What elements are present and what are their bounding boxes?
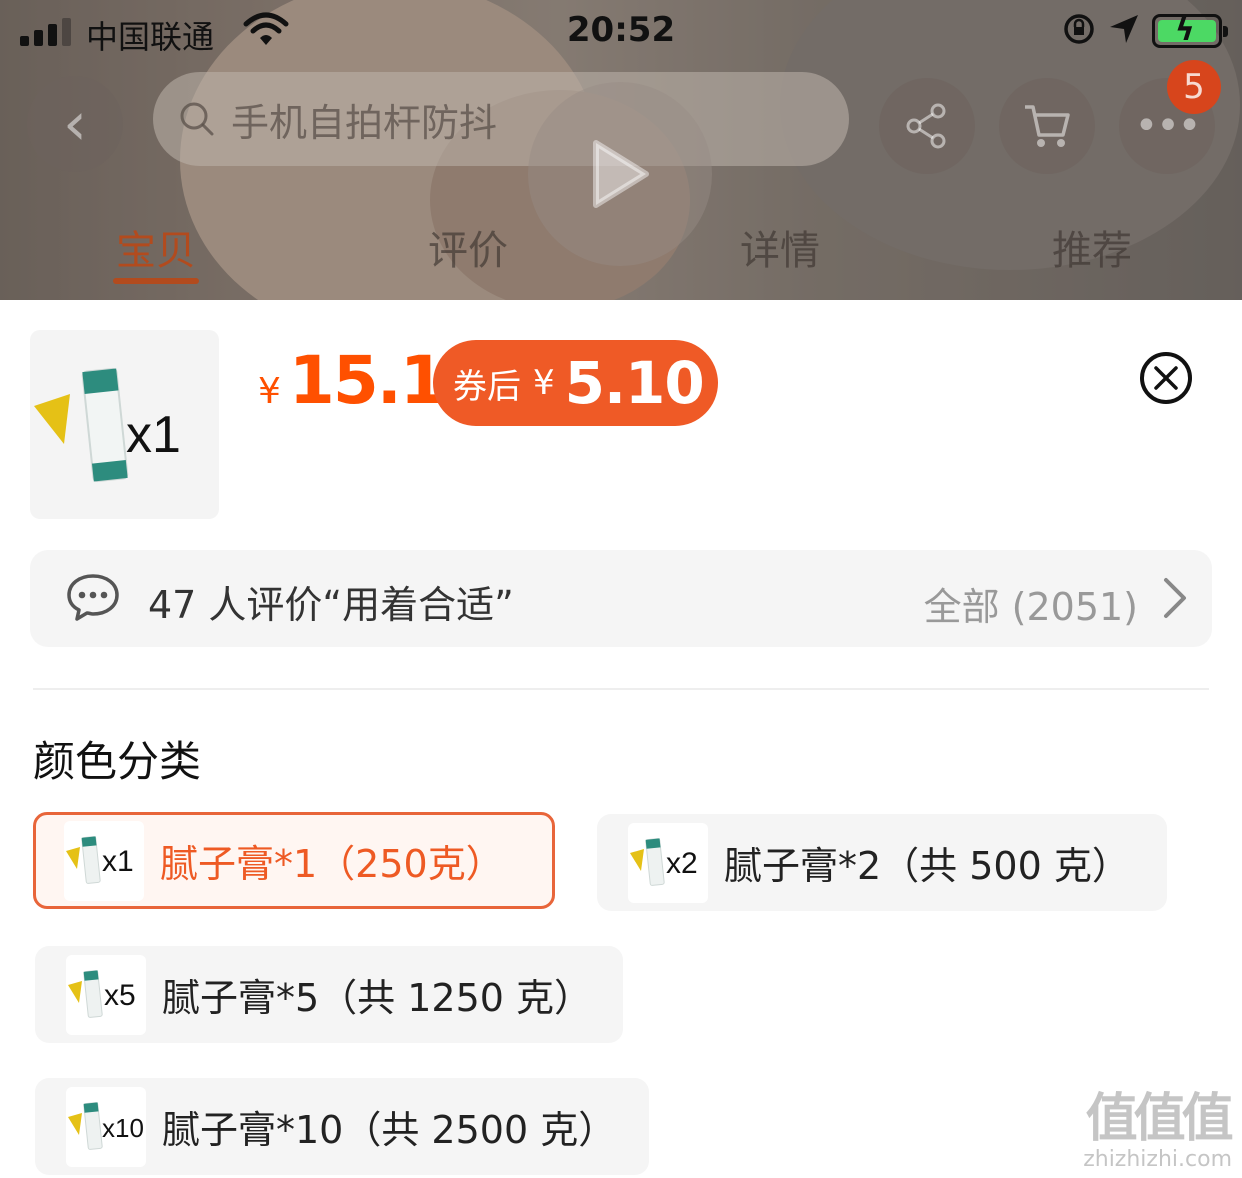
status-time: 20:52 bbox=[566, 10, 676, 50]
color-category-title: 颜色分类 bbox=[33, 737, 202, 786]
share-icon bbox=[906, 103, 946, 149]
battery-charging-icon: ϟ bbox=[1152, 13, 1228, 48]
close-button[interactable] bbox=[1140, 352, 1192, 404]
sku-option-label: 腻子膏*2（共 500 克） bbox=[724, 844, 1130, 888]
search-icon bbox=[180, 102, 214, 136]
tab-recommend[interactable]: 推荐 bbox=[1012, 218, 1172, 276]
product-page-backdrop: 中国联通 20:52 ϟ ‹ 手机自拍杆防抖 ••• 5 宝贝 评价 详情 推荐 bbox=[0, 0, 1242, 300]
product-image: x1 bbox=[34, 367, 181, 483]
sku-option-label: 腻子膏*5（共 1250 克） bbox=[162, 976, 593, 1020]
back-chevron-icon: ‹ bbox=[63, 89, 87, 159]
svg-text:x10: x10 bbox=[102, 1113, 144, 1143]
svg-text:x2: x2 bbox=[666, 847, 698, 880]
coupon-price-badge: 券后 ¥ 5.10 bbox=[433, 340, 718, 426]
coupon-price-value: 5.10 bbox=[564, 349, 705, 417]
sku-option-thumbnail: x5 bbox=[66, 954, 146, 1035]
share-button[interactable] bbox=[879, 78, 975, 174]
watermark-url: zhizhizhi.com bbox=[1083, 1147, 1232, 1172]
review-summary-row[interactable]: 47 人评价“用着合适” 全部 (2051) bbox=[30, 550, 1212, 647]
review-summary-text: 47 人评价“用着合适” bbox=[148, 583, 514, 627]
selected-product-thumbnail[interactable]: x1 bbox=[30, 330, 219, 519]
price-currency: ¥ bbox=[258, 371, 281, 412]
location-arrow-icon bbox=[1108, 13, 1140, 49]
cart-button[interactable] bbox=[999, 78, 1095, 174]
all-reviews-link[interactable]: 全部 (2051) bbox=[924, 576, 1138, 631]
search-bar[interactable]: 手机自拍杆防抖 bbox=[153, 72, 849, 166]
cart-icon bbox=[1025, 105, 1070, 147]
price: ¥ 15.1 bbox=[258, 342, 446, 419]
tab-details[interactable]: 详情 bbox=[700, 218, 860, 276]
status-bar: 中国联通 20:52 ϟ bbox=[0, 0, 1242, 64]
coupon-label: 券后 bbox=[453, 366, 521, 407]
coupon-currency: ¥ bbox=[533, 363, 555, 403]
thumb-count: x1 bbox=[126, 406, 181, 464]
price-value: 15.1 bbox=[288, 342, 446, 419]
watermark-logo: 值值值 bbox=[1085, 1089, 1234, 1149]
sku-option-thumbnail: x2 bbox=[628, 822, 708, 903]
orientation-lock-icon bbox=[1062, 12, 1096, 50]
site-watermark: 值值值 zhizhizhi.com bbox=[1083, 1076, 1234, 1172]
search-placeholder: 手机自拍杆防抖 bbox=[231, 100, 498, 145]
chevron-right-icon bbox=[1160, 574, 1190, 626]
page-tabs: 宝贝 评价 详情 推荐 bbox=[0, 218, 1242, 288]
sku-option-label: 腻子膏*10（共 2500 克） bbox=[162, 1108, 617, 1152]
sku-option-1[interactable]: x1 腻子膏*1（250克） bbox=[33, 812, 555, 909]
sku-option-3[interactable]: x5 腻子膏*5（共 1250 克） bbox=[35, 946, 623, 1043]
sku-option-label: 腻子膏*1（250克） bbox=[160, 842, 504, 886]
close-icon bbox=[1154, 366, 1178, 390]
play-icon bbox=[593, 140, 649, 208]
cart-count-badge: 5 bbox=[1167, 60, 1221, 114]
back-button[interactable]: ‹ bbox=[27, 76, 123, 172]
tab-baobei[interactable]: 宝贝 bbox=[76, 218, 236, 276]
tab-reviews[interactable]: 评价 bbox=[388, 218, 548, 276]
chat-bubble-icon bbox=[66, 572, 120, 626]
svg-text:x5: x5 bbox=[104, 979, 136, 1012]
sku-option-thumbnail: x10 bbox=[66, 1086, 146, 1167]
svg-text:x1: x1 bbox=[102, 845, 134, 878]
active-tab-indicator bbox=[113, 278, 199, 284]
sku-option-2[interactable]: x2 腻子膏*2（共 500 克） bbox=[597, 814, 1167, 911]
sku-option-thumbnail: x1 bbox=[64, 820, 144, 901]
sku-selector-sheet: x1 ¥ 15.1 券后 ¥ 5.10 47 人评价“用着合适” 全部 (205… bbox=[0, 300, 1242, 1178]
section-divider bbox=[33, 688, 1209, 690]
sku-option-4[interactable]: x10 腻子膏*10（共 2500 克） bbox=[35, 1078, 649, 1175]
